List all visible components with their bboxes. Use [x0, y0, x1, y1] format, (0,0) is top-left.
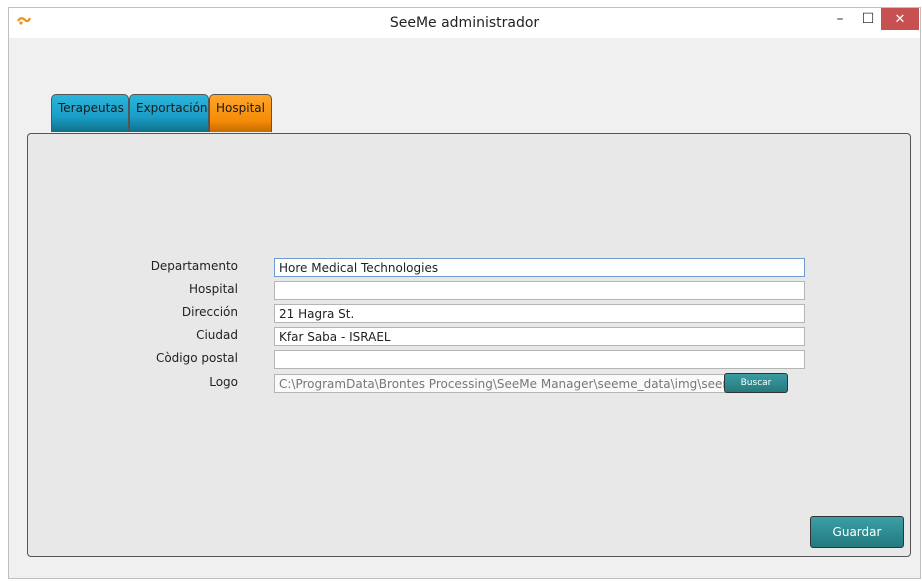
ciudad-label: Ciudad — [196, 328, 238, 342]
direccion-label: Dirección — [181, 305, 238, 319]
hospital-label: Hospital — [189, 282, 238, 296]
departamento-field[interactable]: Hore Medical Technologies — [274, 258, 805, 277]
maximize-button[interactable]: ☐ — [855, 8, 881, 30]
departamento-label: Departamento — [150, 259, 238, 273]
hospital-field[interactable] — [274, 281, 805, 300]
app-window: SeeMe administrador – ☐ ✕ Terapeutas Exp… — [8, 7, 921, 579]
window-title: SeeMe administrador — [389, 15, 540, 31]
buscar-button[interactable]: Buscar — [724, 373, 788, 393]
hospital-panel: Departamento Hore Medical Technologies H… — [27, 133, 911, 557]
logo-path-field: C:\ProgramData\Brontes Processing\SeeMe … — [274, 374, 736, 393]
codigo-postal-field[interactable] — [274, 350, 805, 369]
title-bar: SeeMe administrador – ☐ ✕ — [9, 8, 920, 38]
tab-exportacion[interactable]: Exportación — [129, 94, 209, 132]
codigo-postal-label: Còdigo postal — [155, 351, 238, 365]
guardar-button[interactable]: Guardar — [810, 516, 904, 548]
ciudad-field[interactable]: Kfar Saba - ISRAEL — [274, 327, 805, 346]
logo-label: Logo — [209, 375, 238, 389]
tab-hospital[interactable]: Hospital — [209, 94, 272, 132]
minimize-button[interactable]: – — [827, 8, 853, 30]
direccion-field[interactable]: 21 Hagra St. — [274, 304, 805, 323]
close-button[interactable]: ✕ — [881, 8, 919, 30]
tab-terapeutas[interactable]: Terapeutas — [51, 94, 129, 132]
